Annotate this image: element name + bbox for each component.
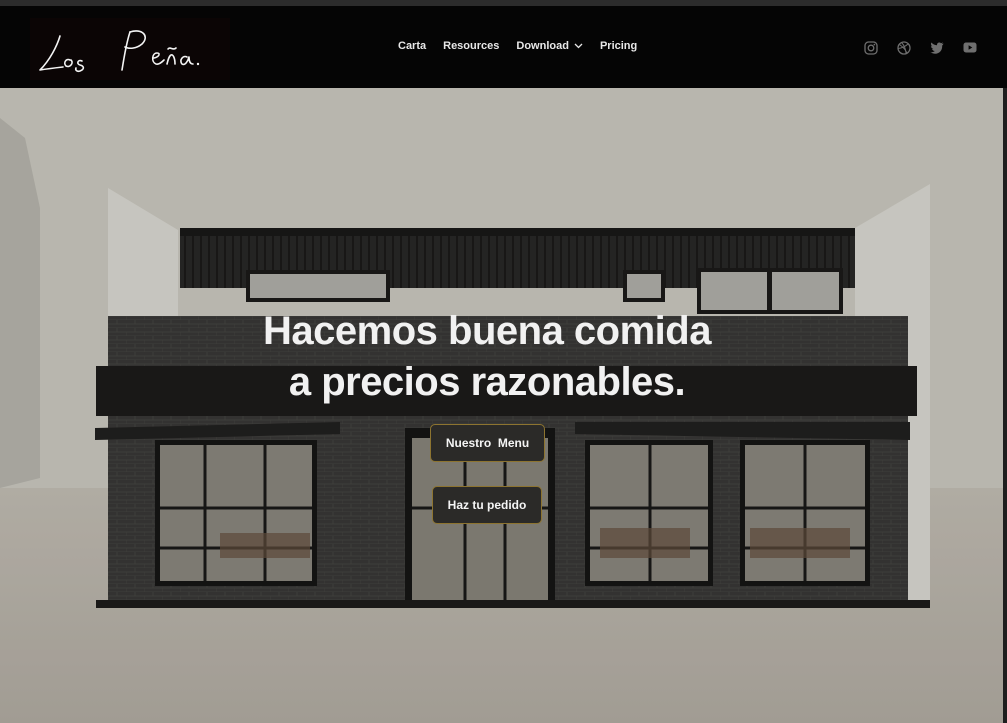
menu-button[interactable]: Nuestro Menu — [430, 424, 545, 462]
brand-logo[interactable] — [30, 18, 230, 80]
hero-headline-line1: Hacemos buena comida — [263, 309, 711, 353]
nav-download[interactable]: Download — [516, 40, 583, 52]
chevron-down-icon — [574, 40, 583, 52]
hero-headline-line2: a precios razonables. — [288, 360, 686, 404]
nav-carta-label: Carta — [398, 40, 427, 52]
nav-carta[interactable]: Carta — [398, 40, 426, 52]
twitter-icon[interactable] — [929, 40, 944, 55]
instagram-icon[interactable] — [863, 40, 878, 55]
logo-script-mark — [39, 30, 200, 73]
main-nav: Carta Resources Download Pricing — [398, 40, 654, 52]
nav-pricing-label: Pricing — [599, 40, 638, 52]
nav-download-label: Download — [516, 40, 569, 52]
hero-headline: Hacemos buena comida a precios razonable… — [0, 306, 974, 408]
dribbble-icon[interactable] — [896, 40, 911, 55]
nav-resources[interactable]: Resources — [443, 40, 499, 52]
order-button[interactable]: Haz tu pedido — [432, 486, 542, 524]
nav-pricing[interactable]: Pricing — [600, 40, 637, 52]
youtube-icon[interactable] — [962, 40, 977, 55]
window-right-edge — [1003, 88, 1007, 723]
social-links — [863, 40, 995, 55]
site-header: Carta Resources Download Pricing — [0, 6, 1007, 88]
hero-section: Hacemos buena comida a precios razonable… — [0, 88, 1007, 723]
nav-resources-label: Resources — [443, 40, 500, 52]
